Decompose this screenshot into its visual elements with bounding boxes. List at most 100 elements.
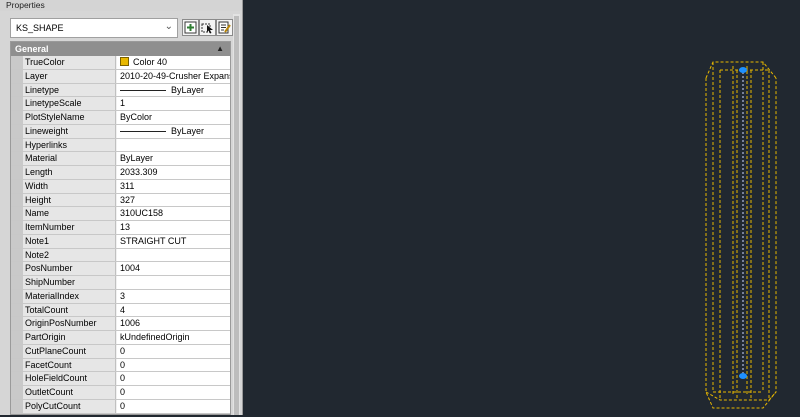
drawing-canvas[interactable] [243, 0, 800, 415]
property-name: HoleFieldCount [23, 372, 116, 385]
grip-top[interactable] [739, 67, 747, 73]
row-gutter [11, 372, 23, 385]
object-type-dropdown[interactable]: KS_SHAPE ⌄ [10, 18, 178, 38]
category-general[interactable]: General ▲ [11, 42, 230, 56]
property-row[interactable]: Note1 STRAIGHT CUT [11, 234, 230, 249]
category-label: General [15, 44, 49, 54]
palette-scrollbar[interactable] [233, 14, 240, 415]
property-value[interactable]: 2033.309 [117, 166, 230, 179]
row-gutter [11, 331, 23, 344]
property-value[interactable]: 1 [117, 97, 230, 110]
select-objects-button[interactable] [199, 19, 216, 36]
property-row[interactable]: CutPlaneCount 0 [11, 344, 230, 359]
property-name: Material [23, 152, 116, 165]
property-row[interactable]: TotalCount 4 [11, 303, 230, 318]
property-row[interactable]: PolyCutCount 0 [11, 399, 230, 414]
property-value[interactable]: 3 [117, 289, 230, 303]
row-gutter [11, 262, 23, 275]
row-gutter [11, 56, 23, 69]
property-value-text: 13 [120, 222, 131, 232]
property-value[interactable]: ByLayer [117, 124, 230, 138]
property-value[interactable]: 310UC158 [117, 207, 230, 220]
property-value[interactable]: 327 [117, 193, 230, 207]
property-name: Height [23, 193, 116, 207]
property-row[interactable]: PlotStyleName ByColor [11, 111, 230, 125]
property-row[interactable]: Note2 [11, 248, 230, 263]
property-row[interactable]: LinetypeScale 1 [11, 97, 230, 111]
scrollbar-thumb[interactable] [234, 16, 239, 415]
property-value[interactable]: 1004 [117, 262, 230, 275]
property-value-text: 4 [120, 304, 126, 315]
property-value[interactable]: Color 40 [117, 56, 230, 69]
property-value[interactable]: 2010-20-49-Crusher Expans... [117, 69, 230, 83]
property-name: OutletCount [23, 386, 116, 399]
property-name: FacetCount [23, 358, 116, 372]
row-gutter [11, 97, 23, 110]
property-value[interactable]: 13 [117, 221, 230, 234]
property-value[interactable]: 0 [117, 386, 230, 399]
property-value[interactable]: 1006 [117, 317, 230, 330]
property-row[interactable]: HoleFieldCount 0 [11, 372, 230, 386]
property-name: Linetype [23, 83, 116, 97]
property-value[interactable]: ByLayer [117, 152, 230, 165]
property-value-text: 310UC158 [120, 208, 164, 219]
palette-title-bar[interactable]: Properties [0, 0, 242, 11]
property-value[interactable] [117, 138, 230, 152]
property-value[interactable]: 4 [117, 303, 230, 317]
grip-bottom[interactable] [739, 373, 747, 379]
property-value[interactable]: ByColor [117, 111, 230, 124]
property-row[interactable]: Material ByLayer [11, 152, 230, 166]
property-name: ShipNumber [23, 276, 116, 289]
property-value[interactable]: 311 [117, 179, 230, 193]
property-value[interactable] [117, 276, 230, 289]
property-value[interactable] [117, 248, 230, 262]
property-value[interactable]: 0 [117, 344, 230, 358]
property-value-text: 327 [120, 194, 136, 205]
property-value[interactable]: 0 [117, 372, 230, 385]
property-row[interactable]: MaterialIndex 3 [11, 289, 230, 304]
property-row[interactable]: Height 327 [11, 193, 230, 208]
color-swatch-icon [120, 57, 129, 66]
property-row[interactable]: Length 2033.309 [11, 166, 230, 180]
property-value-text: 2033.309 [120, 167, 158, 177]
property-value[interactable]: 0 [117, 399, 230, 413]
property-row[interactable]: Lineweight ByLayer [11, 124, 230, 139]
property-row[interactable]: PosNumber 1004 [11, 262, 230, 276]
property-row[interactable]: PartOrigin kUndefinedOrigin [11, 331, 230, 345]
property-value[interactable]: kUndefinedOrigin [117, 331, 230, 344]
toggle-pickadd-icon [184, 21, 197, 34]
property-name: TotalCount [23, 303, 116, 317]
property-name: Width [23, 179, 116, 193]
toggle-pickadd-button[interactable] [182, 19, 199, 36]
row-gutter [11, 399, 23, 413]
property-row[interactable]: ItemNumber 13 [11, 221, 230, 235]
object-type-value: KS_SHAPE [16, 23, 64, 33]
property-row[interactable]: Width 311 [11, 179, 230, 194]
property-row[interactable]: ShipNumber [11, 276, 230, 290]
property-name: PlotStyleName [23, 111, 116, 124]
quick-select-button[interactable] [216, 19, 233, 36]
row-gutter [11, 179, 23, 193]
property-value[interactable]: 0 [117, 358, 230, 372]
property-row[interactable]: Hyperlinks [11, 138, 230, 153]
property-row[interactable]: FacetCount 0 [11, 358, 230, 373]
property-value-text: ByLayer [171, 84, 205, 95]
row-gutter [11, 152, 23, 165]
property-value-text: ByColor [120, 112, 153, 122]
property-row[interactable]: Linetype ByLayer [11, 83, 230, 98]
row-gutter [11, 193, 23, 207]
property-row[interactable]: Name 310UC158 [11, 207, 230, 221]
row-gutter [11, 83, 23, 97]
property-row[interactable]: Layer 2010-20-49-Crusher Expans... [11, 69, 230, 84]
row-gutter [11, 166, 23, 179]
property-name: LinetypeScale [23, 97, 116, 110]
property-name: Note2 [23, 248, 116, 262]
selected-column-model[interactable] [243, 0, 800, 415]
property-value-text: 3 [120, 290, 126, 301]
property-row[interactable]: OutletCount 0 [11, 386, 230, 400]
palette-title: Properties [6, 0, 45, 10]
property-value[interactable]: ByLayer [117, 83, 230, 97]
property-row[interactable]: OriginPosNumber 1006 [11, 317, 230, 331]
property-row[interactable]: TrueColor Color 40 [11, 56, 230, 70]
property-value[interactable]: STRAIGHT CUT [117, 234, 230, 248]
